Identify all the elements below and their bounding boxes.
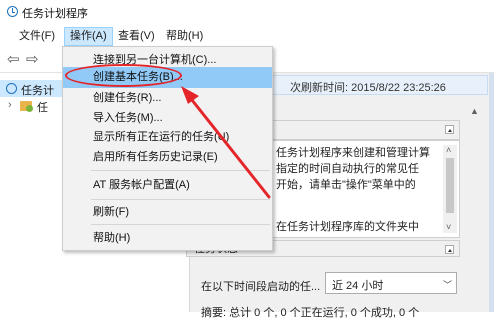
arrow-head bbox=[181, 86, 199, 104]
arrow-shaft bbox=[186, 93, 271, 199]
annotation-arrow bbox=[181, 86, 271, 199]
